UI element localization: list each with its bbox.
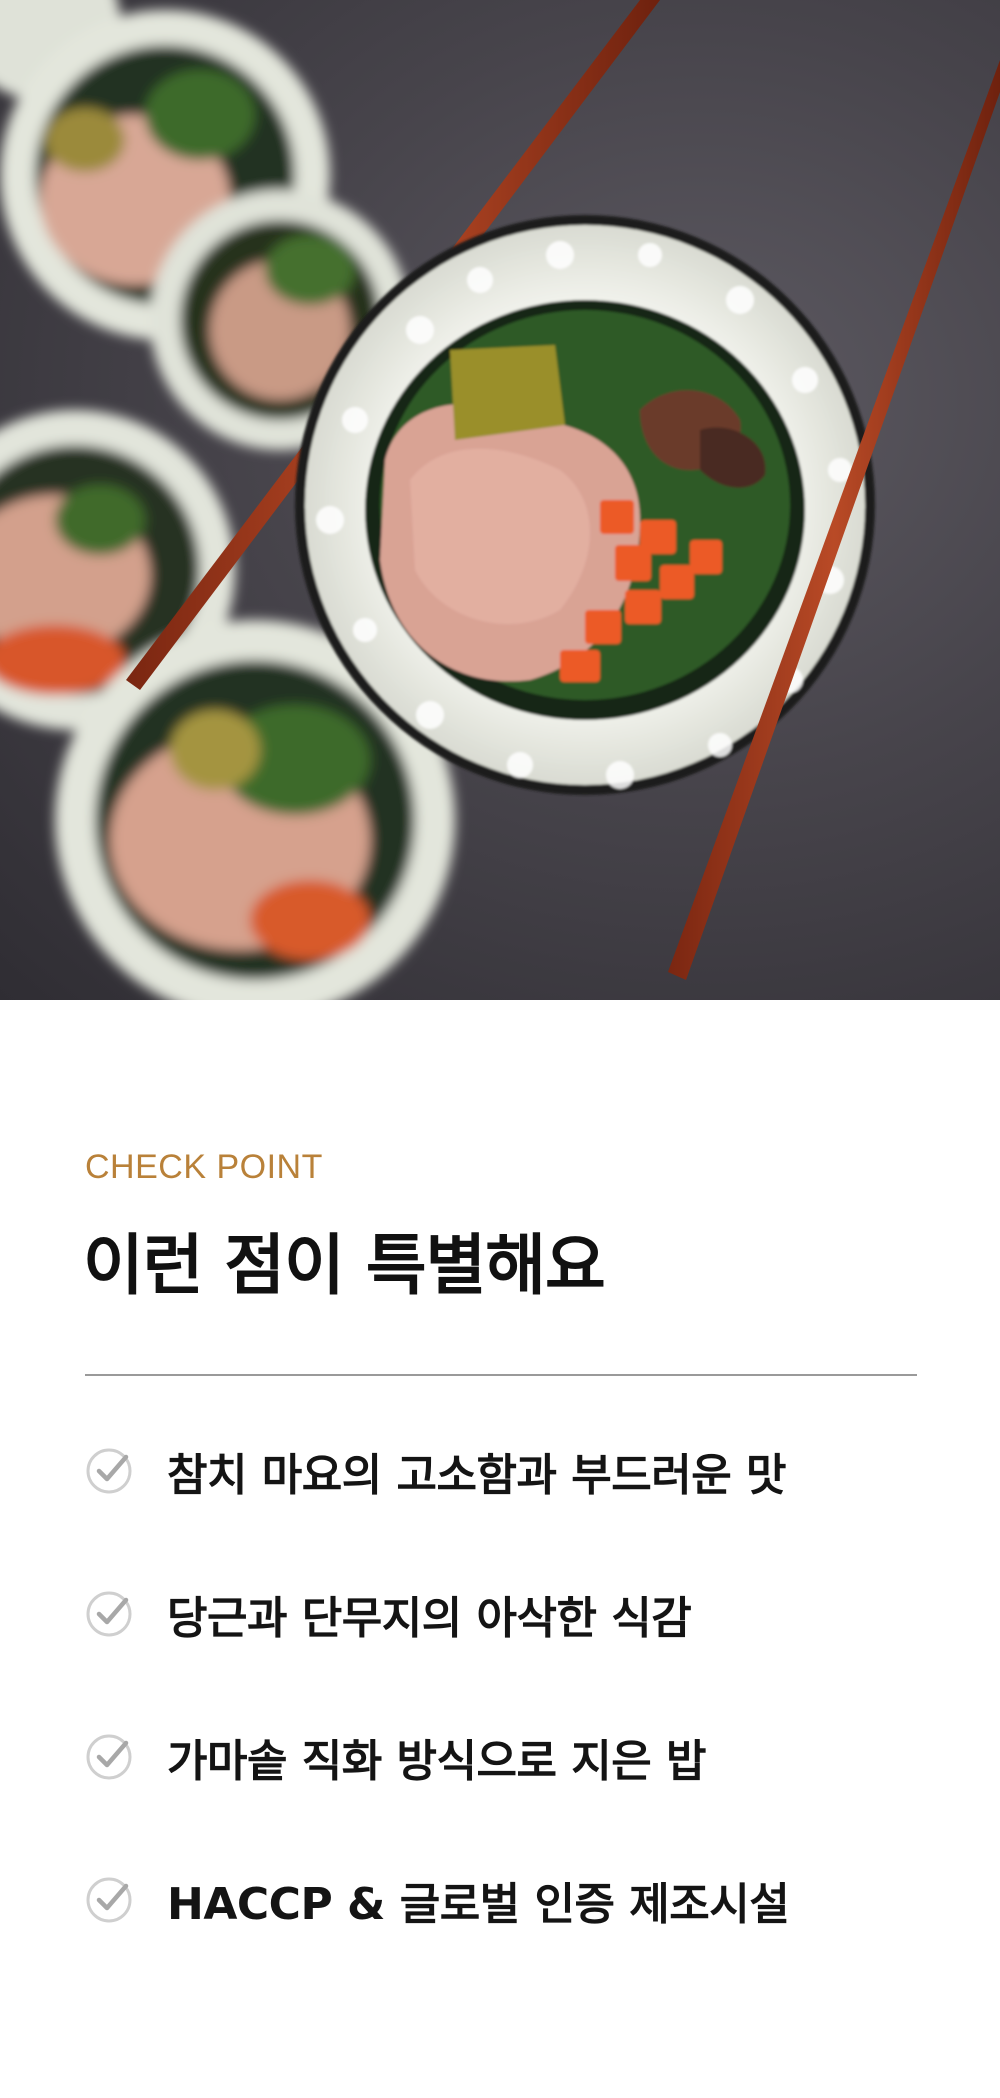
list-item-text: 참치 마요의 고소함과 부드러운 맛 [167, 1450, 787, 1501]
list-item: HACCP & 글로벌 인증 제조시설 [85, 1874, 790, 1930]
check-icon [86, 1448, 132, 1494]
hero-photo [0, 0, 1000, 1000]
check-icon [86, 1591, 132, 1637]
check-icon [86, 1877, 132, 1923]
main-roll [295, 215, 875, 795]
section-eyebrow: CHECK POINT [85, 1148, 323, 1186]
check-icon [86, 1734, 132, 1780]
list-item-text: HACCP & 글로벌 인증 제조시설 [167, 1879, 790, 1930]
kimbap-photo [0, 0, 1000, 1000]
check-point-section: CHECK POINT 이런 점이 특별해요 참치 마요의 고소함과 부드러운 … [0, 1000, 1000, 2098]
list-item: 참치 마요의 고소함과 부드러운 맛 [85, 1445, 789, 1501]
section-title: 이런 점이 특별해요 [83, 1227, 606, 1304]
list-item: 가마솥 직화 방식으로 지은 밥 [85, 1731, 789, 1787]
list-item-text: 가마솥 직화 방식으로 지은 밥 [167, 1736, 707, 1787]
feature-list: 참치 마요의 고소함과 부드러운 맛 당근과 단무지의 아삭한 식감 가마솥 직… [85, 1445, 790, 2017]
list-item: 당근과 단무지의 아삭한 식감 [85, 1588, 789, 1644]
list-item-text: 당근과 단무지의 아삭한 식감 [167, 1593, 692, 1644]
divider [85, 1374, 917, 1376]
